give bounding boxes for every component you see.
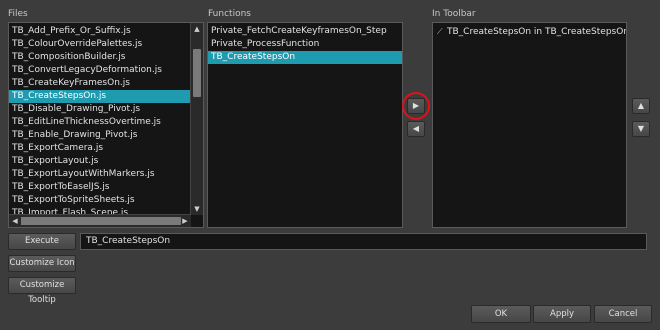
execute-field[interactable]: TB_CreateStepsOn: [80, 233, 647, 250]
scrollbar-thumb[interactable]: [193, 49, 201, 97]
in-toolbar-list[interactable]: ⟋ TB_CreateStepsOn in TB_CreateStepsOn.js: [432, 22, 627, 228]
list-item[interactable]: TB_EditLineThicknessOvertime.js: [9, 116, 191, 129]
list-item[interactable]: TB_ConvertLegacyDeformation.js: [9, 64, 191, 77]
list-item[interactable]: Private_FetchCreateKeyframesOn_Step: [208, 25, 402, 38]
script-icon: ⟋: [437, 27, 443, 36]
list-item[interactable]: TB_ColourOverridePalettes.js: [9, 38, 191, 51]
list-item[interactable]: TB_ExportToEaselJS.js: [9, 181, 191, 194]
files-rows: TB_Add_Prefix_Or_Suffix.js TB_ColourOverr…: [9, 25, 191, 220]
files-horizontal-scrollbar[interactable]: ◀ ▶: [9, 214, 191, 227]
toolbar-item[interactable]: ⟋ TB_CreateStepsOn in TB_CreateStepsOn.js: [433, 25, 626, 38]
list-item[interactable]: TB_Enable_Drawing_Pivot.js: [9, 129, 191, 142]
files-list[interactable]: TB_Add_Prefix_Or_Suffix.js TB_ColourOverr…: [8, 22, 204, 228]
list-item[interactable]: TB_Disable_Drawing_Pivot.js: [9, 103, 191, 116]
list-item[interactable]: TB_ExportToSpriteSheets.js: [9, 194, 191, 207]
scroll-left-icon[interactable]: ◀: [9, 215, 21, 227]
ok-button[interactable]: OK: [471, 305, 531, 323]
add-to-toolbar-button[interactable]: ▶: [407, 98, 425, 114]
list-item[interactable]: TB_Add_Prefix_Or_Suffix.js: [9, 25, 191, 38]
execute-button[interactable]: Execute: [8, 233, 76, 250]
list-item[interactable]: TB_ExportLayout.js: [9, 155, 191, 168]
cancel-button[interactable]: Cancel: [594, 305, 652, 323]
files-label: Files: [8, 9, 28, 19]
files-vertical-scrollbar[interactable]: ▲ ▼: [190, 23, 203, 215]
functions-rows: Private_FetchCreateKeyframesOn_Step Priva…: [208, 25, 402, 64]
in-toolbar-label: In Toolbar: [432, 9, 476, 19]
customize-icon-button[interactable]: Customize Icon: [8, 255, 76, 272]
move-up-button[interactable]: ▲: [632, 98, 650, 114]
list-item[interactable]: Private_ProcessFunction: [208, 38, 402, 51]
list-item[interactable]: TB_CompositionBuilder.js: [9, 51, 191, 64]
list-item[interactable]: TB_CreateKeyFramesOn.js: [9, 77, 191, 90]
toolbar-item-label: TB_CreateStepsOn in TB_CreateStepsOn.js: [447, 27, 626, 37]
functions-list[interactable]: Private_FetchCreateKeyframesOn_Step Priva…: [207, 22, 403, 228]
horizontal-scrollbar-thumb[interactable]: [21, 217, 181, 225]
remove-from-toolbar-button[interactable]: ◀: [407, 121, 425, 137]
list-item[interactable]: TB_ExportLayoutWithMarkers.js: [9, 168, 191, 181]
move-down-button[interactable]: ▼: [632, 121, 650, 137]
list-item[interactable]: TB_CreateStepsOn.js: [9, 90, 191, 103]
apply-button[interactable]: Apply: [533, 305, 591, 323]
scroll-right-icon[interactable]: ▶: [179, 215, 191, 227]
functions-label: Functions: [208, 9, 251, 19]
scroll-up-icon[interactable]: ▲: [191, 23, 203, 35]
customize-tooltip-button[interactable]: Customize Tooltip: [8, 277, 76, 305]
scroll-down-icon[interactable]: ▼: [191, 203, 203, 215]
list-item[interactable]: TB_ExportCamera.js: [9, 142, 191, 155]
list-item[interactable]: TB_CreateStepsOn: [208, 51, 402, 64]
